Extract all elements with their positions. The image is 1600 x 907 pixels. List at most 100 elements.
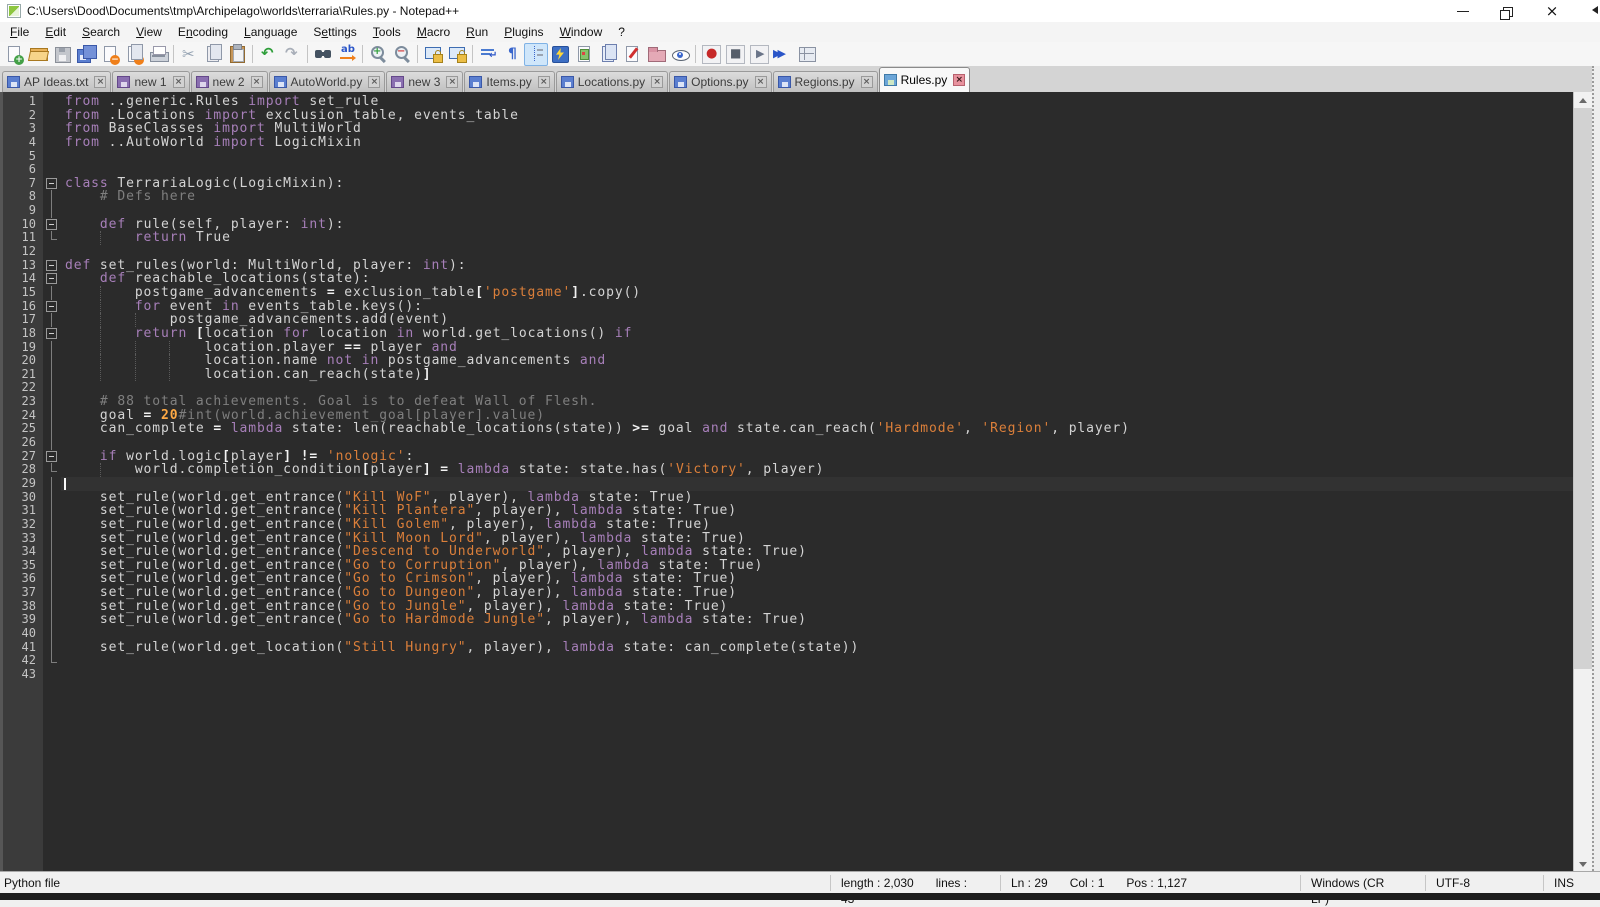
copy-button[interactable] xyxy=(201,43,225,66)
code-line[interactable]: 43 xyxy=(3,668,1573,682)
cut-button[interactable] xyxy=(177,43,201,66)
menu-item-encoding[interactable]: Encoding xyxy=(170,22,236,42)
code-line[interactable]: 34 set_rule(world.get_entrance("Descend … xyxy=(3,545,1573,559)
code-line[interactable]: 32 set_rule(world.get_entrance("Kill Gol… xyxy=(3,518,1573,532)
paste-button[interactable] xyxy=(225,43,249,66)
code-line[interactable]: 12 xyxy=(3,245,1573,259)
show-indent-guide-button[interactable] xyxy=(524,43,548,66)
tab-autoworld-py[interactable]: AutoWorld.py× xyxy=(269,71,386,92)
fold-collapse-icon[interactable] xyxy=(43,300,61,314)
fold-collapse-icon[interactable] xyxy=(43,450,61,464)
menu-item-search[interactable]: Search xyxy=(74,22,128,42)
zoom-in-button[interactable] xyxy=(366,43,390,66)
tab-close-icon[interactable]: × xyxy=(755,76,767,88)
sync-horizontal-scroll-button[interactable] xyxy=(445,43,469,66)
code-line[interactable]: 39 set_rule(world.get_entrance("Go to Ha… xyxy=(3,613,1573,627)
code-line[interactable]: 2from .Locations import exclusion_table,… xyxy=(3,109,1573,123)
code-line[interactable]: 38 set_rule(world.get_entrance("Go to Ju… xyxy=(3,600,1573,614)
function-list-button[interactable] xyxy=(620,43,644,66)
tab-regions-py[interactable]: Regions.py× xyxy=(773,71,878,92)
word-wrap-button[interactable] xyxy=(476,43,500,66)
tab-new-2[interactable]: new 2× xyxy=(191,71,268,92)
code-line[interactable]: 6 xyxy=(3,163,1573,177)
replace-button[interactable] xyxy=(335,43,359,66)
tab-close-icon[interactable]: × xyxy=(173,76,185,88)
open-file-button[interactable] xyxy=(26,43,50,66)
undo-button[interactable] xyxy=(256,43,280,66)
code-line[interactable]: 27 if world.logic[player] != 'nologic': xyxy=(3,450,1573,464)
tab-new-1[interactable]: new 1× xyxy=(112,71,189,92)
close-all-button[interactable] xyxy=(122,43,146,66)
code-line[interactable]: 33 set_rule(world.get_entrance("Kill Moo… xyxy=(3,532,1573,546)
code-line[interactable]: 19 location.player == player and xyxy=(3,341,1573,355)
tab-items-py[interactable]: Items.py× xyxy=(464,71,554,92)
doc-map-button[interactable] xyxy=(572,43,596,66)
code-line[interactable]: 31 set_rule(world.get_entrance("Kill Pla… xyxy=(3,504,1573,518)
code-line[interactable]: 24 goal = 20#int(world.achievement_goal[… xyxy=(3,409,1573,423)
code-line[interactable]: 18 return [location for location in worl… xyxy=(3,327,1573,341)
code-line[interactable]: 16 for event in events_table.keys(): xyxy=(3,300,1573,314)
menu-item-plugins[interactable]: Plugins xyxy=(496,22,551,42)
macro-record-button[interactable] xyxy=(699,43,723,66)
code-line[interactable]: 5 xyxy=(3,150,1573,164)
code-line[interactable]: 21 location.can_reach(state)] xyxy=(3,368,1573,382)
close-button[interactable]: × xyxy=(1530,0,1574,22)
code-line[interactable]: 14 def reachable_locations(state): xyxy=(3,272,1573,286)
close-file-button[interactable] xyxy=(98,43,122,66)
menu-item-edit[interactable]: Edit xyxy=(37,22,74,42)
tab-rules-py[interactable]: Rules.py× xyxy=(879,67,971,92)
macro-stop-button[interactable] xyxy=(723,43,747,66)
scrollbar-thumb[interactable] xyxy=(1574,108,1592,669)
code-line[interactable]: 35 set_rule(world.get_entrance("Go to Co… xyxy=(3,559,1573,573)
macro-run-multiple-button[interactable] xyxy=(771,43,795,66)
menu-item-file[interactable]: File xyxy=(2,22,37,42)
zoom-out-button[interactable] xyxy=(390,43,414,66)
code-editor[interactable]: 1from ..generic.Rules import set_rule2fr… xyxy=(0,92,1573,871)
folder-as-workspace-button[interactable] xyxy=(644,43,668,66)
tab-ap-ideas-txt[interactable]: AP Ideas.txt× xyxy=(2,71,111,92)
save-button[interactable] xyxy=(50,43,74,66)
macro-play-button[interactable] xyxy=(747,43,771,66)
show-all-characters-button[interactable] xyxy=(500,43,524,66)
find-button[interactable] xyxy=(311,43,335,66)
code-line[interactable]: 41 set_rule(world.get_location("Still Hu… xyxy=(3,641,1573,655)
code-line[interactable]: 23 # 88 total achievements. Goal is to d… xyxy=(3,395,1573,409)
code-line[interactable]: 8 # Defs here xyxy=(3,190,1573,204)
code-line[interactable]: 42 xyxy=(3,654,1573,668)
scrollbar-down-icon[interactable] xyxy=(1574,855,1592,871)
doc-list-button[interactable] xyxy=(596,43,620,66)
scrollbar-up-icon[interactable] xyxy=(1574,92,1592,108)
code-line[interactable]: 28 world.completion_condition[player] = … xyxy=(3,463,1573,477)
code-line[interactable]: 10 def rule(self, player: int): xyxy=(3,218,1573,232)
menu-item-view[interactable]: View xyxy=(128,22,170,42)
tab-close-icon[interactable]: × xyxy=(953,74,965,86)
code-line[interactable]: 7class TerrariaLogic(LogicMixin): xyxy=(3,177,1573,191)
menu-item-macro[interactable]: Macro xyxy=(409,22,458,42)
fold-collapse-icon[interactable] xyxy=(43,259,61,273)
code-line[interactable]: 30 set_rule(world.get_entrance("Kill WoF… xyxy=(3,491,1573,505)
code-line[interactable]: 11 return True xyxy=(3,231,1573,245)
fold-collapse-icon[interactable] xyxy=(43,327,61,341)
code-line[interactable]: 37 set_rule(world.get_entrance("Go to Du… xyxy=(3,586,1573,600)
redo-button[interactable] xyxy=(280,43,304,66)
tab-options-py[interactable]: Options.py× xyxy=(669,71,771,92)
code-line[interactable]: 20 location.name not in postgame_advance… xyxy=(3,354,1573,368)
code-line[interactable]: 40 xyxy=(3,627,1573,641)
tab-close-icon[interactable]: × xyxy=(861,76,873,88)
code-line[interactable]: 29 xyxy=(3,477,1573,491)
code-line[interactable]: 22 xyxy=(3,381,1573,395)
new-file-button[interactable] xyxy=(2,43,26,66)
save-all-button[interactable] xyxy=(74,43,98,66)
code-line[interactable]: 25 can_complete = lambda state: len(reac… xyxy=(3,422,1573,436)
tab-close-icon[interactable]: × xyxy=(251,76,263,88)
code-line[interactable]: 4from ..AutoWorld import LogicMixin xyxy=(3,136,1573,150)
monitoring-button[interactable] xyxy=(668,43,692,66)
tab-close-icon[interactable]: × xyxy=(446,76,458,88)
code-line[interactable]: 13def set_rules(world: MultiWorld, playe… xyxy=(3,259,1573,273)
function-completion-button[interactable] xyxy=(548,43,572,66)
tab-new-3[interactable]: new 3× xyxy=(386,71,463,92)
menu-item-help[interactable]: ? xyxy=(610,22,633,42)
tab-close-icon[interactable]: × xyxy=(94,76,106,88)
tab-scroll-left-icon[interactable] xyxy=(1588,6,1598,14)
fold-collapse-icon[interactable] xyxy=(43,272,61,286)
